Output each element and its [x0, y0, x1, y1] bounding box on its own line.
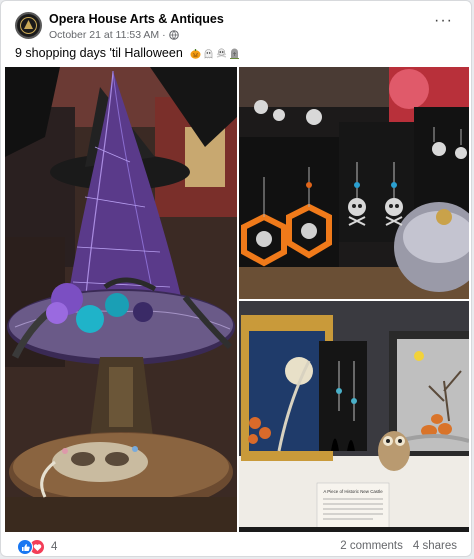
engagement-stats: 2 comments 4 shares [340, 540, 457, 552]
display-sign-title: A Piece of Historic New Castle [323, 489, 383, 494]
shares-count-link[interactable]: 4 shares [413, 540, 457, 552]
photo-grid: A Piece of Historic New Castle [5, 67, 469, 532]
ghost-emoji-icon [203, 48, 214, 59]
post-card: Opera House Arts & Antiques October 21 a… [0, 0, 472, 557]
photo-display[interactable]: A Piece of Historic New Castle [239, 301, 469, 532]
more-options-button[interactable]: ··· [434, 13, 453, 29]
headstone-emoji-icon [229, 48, 240, 59]
post-meta: October 21 at 11:53 AM · [49, 29, 179, 41]
reaction-count: 4 [51, 541, 58, 553]
page-name-link[interactable]: Opera House Arts & Antiques [49, 12, 224, 26]
reactions-summary[interactable]: 4 [17, 539, 57, 555]
comments-count-link[interactable]: 2 comments [340, 540, 403, 552]
pumpkin-emoji-icon [190, 48, 201, 59]
like-reaction-icon [17, 539, 33, 555]
skull-crossbones-emoji-icon [216, 48, 227, 59]
post-text: 9 shopping days 'til Halloween [15, 46, 240, 60]
globe-icon [168, 30, 179, 40]
post-timestamp[interactable]: October 21 at 11:53 AM [49, 29, 159, 41]
page-avatar[interactable] [15, 12, 42, 39]
photo-witch-hat[interactable] [5, 67, 237, 532]
post-footer: 4 2 comments 4 shares [1, 537, 471, 556]
post-text-body: 9 shopping days 'til Halloween [15, 46, 183, 60]
meta-separator: · [162, 29, 166, 41]
photo-earrings[interactable] [239, 67, 469, 299]
post-header: Opera House Arts & Antiques October 21 a… [1, 1, 471, 45]
